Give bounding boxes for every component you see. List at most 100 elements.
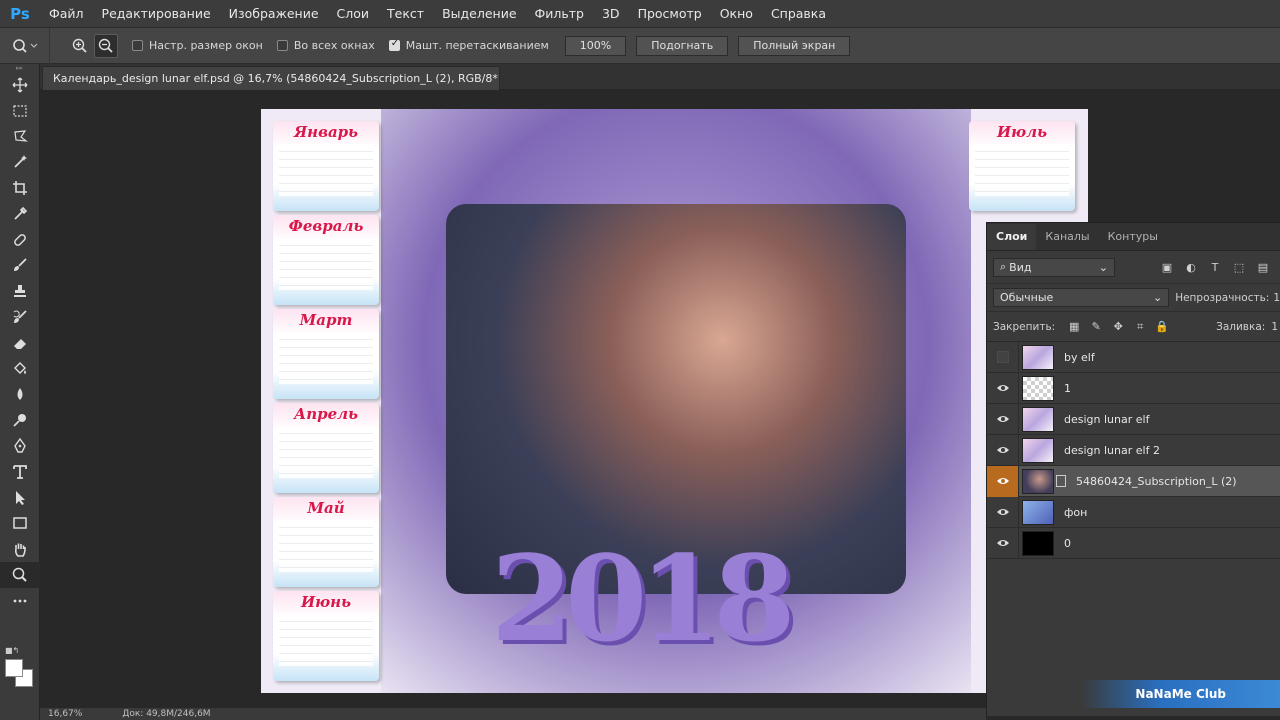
menu-type[interactable]: Текст [378, 0, 433, 28]
move-icon [12, 77, 28, 93]
blend-mode-dropdown[interactable]: Обычные ⌄ [993, 288, 1170, 307]
crop-tool[interactable] [0, 175, 40, 201]
visibility-toggle[interactable] [987, 496, 1019, 528]
month-name: Февраль [288, 217, 364, 235]
path-selection-tool[interactable] [0, 485, 40, 511]
panel-grip[interactable]: ▸▸ [0, 64, 39, 72]
visibility-toggle[interactable] [987, 465, 1019, 497]
menu-image[interactable]: Изображение [220, 0, 328, 28]
visibility-toggle[interactable] [987, 527, 1019, 559]
zoom-out-button[interactable] [94, 33, 118, 58]
layer-row[interactable]: 1 [987, 372, 1280, 404]
rectangle-tool[interactable] [0, 511, 40, 537]
layer-name: 1 [1064, 381, 1071, 395]
eraser-tool[interactable] [0, 330, 40, 356]
options-bar: Настр. размер окон Во всех окнах Машт. п… [0, 27, 1280, 64]
photoshop-logo: Ps [10, 4, 30, 23]
month-name: Январь [293, 123, 359, 141]
clone-stamp-tool[interactable] [0, 278, 40, 304]
lock-artboard-icon[interactable]: ⌗ [1129, 320, 1151, 334]
fill-value[interactable]: 1 [1271, 321, 1278, 333]
visibility-toggle[interactable] [987, 341, 1019, 373]
healing-brush-tool[interactable] [0, 227, 40, 253]
eyedropper-tool[interactable] [0, 201, 40, 227]
default-colors-icon[interactable]: ■↰ [5, 646, 19, 655]
tab-channels[interactable]: Каналы [1036, 224, 1098, 250]
shape-filter-icon[interactable]: ⬚ [1227, 261, 1251, 274]
resize-windows-checkbox[interactable]: Настр. размер окон [132, 39, 263, 52]
tab-layers[interactable]: Слои [987, 224, 1037, 250]
layers-panel: Слои Каналы Контуры ⌕ Вид ⌄ ▣ ◐ T ⬚ ▤ Об… [986, 222, 1280, 716]
dodge-tool[interactable] [0, 407, 40, 433]
chevron-down-icon: ⌄ [1098, 260, 1108, 274]
layer-row[interactable]: фон [987, 496, 1280, 528]
lock-position-icon[interactable]: ✥ [1107, 320, 1129, 334]
hand-icon [14, 543, 26, 558]
fill-screen-button[interactable]: Полный экран [738, 35, 851, 56]
quick-selection-tool[interactable] [0, 149, 40, 175]
zoom-100-button[interactable]: 100% [564, 35, 627, 56]
eye-icon [996, 447, 1009, 453]
menu-view[interactable]: Просмотр [629, 0, 711, 28]
lock-transparency-icon[interactable]: ▦ [1063, 320, 1085, 334]
lock-pixels-icon[interactable]: ✎ [1085, 320, 1107, 334]
menu-edit[interactable]: Редактирование [93, 0, 220, 28]
history-brush-tool[interactable] [0, 304, 40, 330]
layer-row[interactable]: 0 [987, 527, 1280, 559]
marquee-tool[interactable] [0, 98, 40, 124]
smart-object-filter-icon[interactable]: ▤ [1251, 261, 1275, 274]
layer-filter-dropdown[interactable]: ⌕ Вид ⌄ [993, 257, 1115, 277]
layer-row[interactable]: design lunar elf [987, 403, 1280, 435]
zoom-tool[interactable] [0, 562, 40, 588]
menu-help[interactable]: Справка [762, 0, 835, 28]
layer-thumbnail [1022, 530, 1054, 556]
layer-thumbnail [1022, 406, 1054, 432]
lock-all-icon[interactable]: 🔒 [1151, 320, 1173, 334]
layer-row[interactable]: design lunar elf 2 [987, 434, 1280, 466]
menu-select[interactable]: Выделение [433, 0, 525, 28]
all-windows-checkbox[interactable]: Во всех окнах [276, 39, 375, 52]
zoom-in-button[interactable] [68, 34, 92, 58]
eraser-icon [14, 338, 26, 349]
hand-tool[interactable] [0, 536, 40, 562]
layer-name: 0 [1064, 536, 1071, 550]
opacity-value[interactable]: 1 [1273, 292, 1280, 304]
fit-screen-button[interactable]: Подогнать [636, 35, 729, 56]
lasso-tool[interactable] [0, 124, 40, 150]
scrubby-zoom-checkbox[interactable]: Машт. перетаскиванием [388, 38, 549, 52]
eye-icon [996, 540, 1009, 546]
visibility-toggle[interactable] [987, 372, 1019, 404]
menu-window[interactable]: Окно [711, 0, 762, 28]
layer-row-selected[interactable]: 54860424_Subscription_L (2) [987, 465, 1280, 497]
zoom-level[interactable]: 16,67% [48, 709, 82, 719]
document-tab-title: Календарь_design lunar elf.psd @ 16,7% (… [53, 72, 500, 85]
menu-file[interactable]: Файл [40, 0, 93, 28]
document-tab[interactable]: Календарь_design lunar elf.psd @ 16,7% (… [42, 66, 500, 90]
menu-filter[interactable]: Фильтр [526, 0, 593, 28]
layer-row[interactable]: by elf [987, 341, 1280, 373]
paint-bucket-tool[interactable] [0, 356, 40, 382]
blur-tool[interactable] [0, 382, 40, 408]
type-tool[interactable] [0, 459, 40, 485]
visibility-toggle[interactable] [987, 403, 1019, 435]
image-filter-icon[interactable]: ▣ [1155, 261, 1179, 274]
move-tool[interactable] [0, 72, 40, 98]
bandage-icon [14, 233, 26, 246]
menu-layers[interactable]: Слои [328, 0, 379, 28]
menu-3d[interactable]: 3D [593, 0, 629, 28]
adjustment-filter-icon[interactable]: ◐ [1179, 261, 1203, 274]
tool-preset-picker[interactable] [0, 27, 50, 64]
tab-paths[interactable]: Контуры [1099, 224, 1167, 250]
foreground-color-swatch[interactable] [5, 659, 23, 677]
checkbox-box [132, 40, 143, 51]
filter-icons: ▣ ◐ T ⬚ ▤ [1155, 261, 1275, 274]
document-canvas[interactable]: Январь Февраль Март Апрель Май Июнь Июль… [261, 109, 1088, 693]
layer-name: 54860424_Subscription_L (2) [1076, 474, 1237, 488]
blend-row: Обычные ⌄ Непрозрачность: 1 [987, 284, 1280, 312]
brush-tool[interactable] [0, 253, 40, 279]
visibility-toggle[interactable] [987, 434, 1019, 466]
type-filter-icon[interactable]: T [1203, 261, 1227, 274]
edit-toolbar-button[interactable] [0, 588, 40, 614]
layer-thumbnail [1022, 499, 1054, 525]
pen-tool[interactable] [0, 433, 40, 459]
